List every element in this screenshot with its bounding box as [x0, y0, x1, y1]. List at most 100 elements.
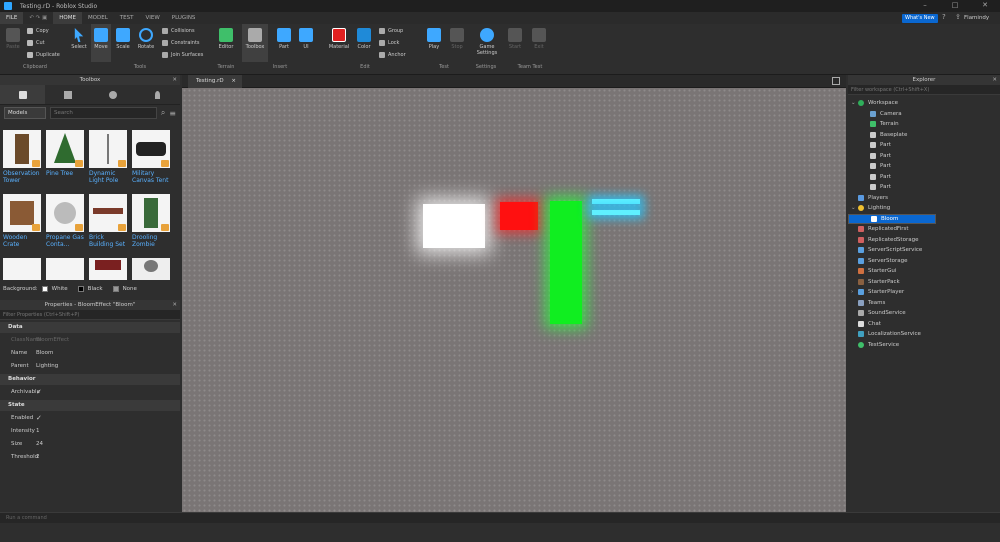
black-option-label[interactable]: Black	[88, 286, 103, 292]
none-option-label[interactable]: None	[123, 286, 137, 292]
tree-item-part[interactable]: Part	[848, 172, 1000, 183]
tab-view[interactable]: VIEW	[139, 12, 165, 24]
tree-item-workspace[interactable]: ⌄ Workspace	[848, 98, 1000, 109]
tree-item-testservice[interactable]: TestService	[848, 340, 1000, 351]
tab-inventory[interactable]	[0, 85, 45, 104]
green-part[interactable]	[550, 201, 582, 324]
constraints-toggle[interactable]: Constraints	[162, 40, 200, 46]
tree-item-starterplayer[interactable]: › StarterPlayer	[848, 287, 1000, 298]
tree-item-replicatedstorage[interactable]: ReplicatedStorage	[848, 235, 1000, 246]
start-test-button[interactable]: Start	[506, 28, 524, 50]
select-button[interactable]: Select	[69, 28, 89, 50]
tree-item-soundservice[interactable]: SoundService	[848, 308, 1000, 319]
asset-card[interactable]: Pine Tree	[46, 130, 86, 177]
tab-model[interactable]: MODEL	[82, 12, 114, 24]
category-dropdown[interactable]: Models	[4, 107, 46, 119]
share-icon[interactable]: ⇪	[955, 13, 961, 21]
white-option-label[interactable]: White	[52, 286, 68, 292]
cyan-part-top[interactable]	[592, 199, 640, 204]
white-swatch[interactable]	[41, 286, 48, 292]
prop-enabled[interactable]: Enabled ✓	[0, 411, 180, 424]
prop-parent[interactable]: Parent Lighting	[0, 359, 180, 372]
prop-archivable[interactable]: Archivable ✓	[0, 385, 180, 398]
tree-item-baseplate[interactable]: Baseplate	[848, 130, 1000, 141]
asset-card[interactable]: Dynamic Light Pole	[89, 130, 129, 184]
tree-item-lighting[interactable]: ⌄ Lighting	[848, 203, 1000, 214]
tree-item-localizationservice[interactable]: LocalizationService	[848, 329, 1000, 340]
asset-card[interactable]: Brick Building Set	[89, 194, 129, 248]
close-icon[interactable]: ✕	[992, 75, 997, 85]
tab-plugins[interactable]: PLUGINS	[166, 12, 202, 24]
collisions-toggle[interactable]: Collisions	[162, 28, 195, 34]
close-icon[interactable]: ✕	[172, 300, 177, 310]
asset-card[interactable]	[46, 258, 86, 280]
prop-name[interactable]: Name Bloom	[0, 346, 180, 359]
state-section[interactable]: State	[0, 400, 180, 411]
tree-item-players[interactable]: Players	[848, 193, 1000, 204]
properties-filter-input[interactable]: Filter Properties (Ctrl+Shift+P)	[0, 310, 180, 320]
tree-item-part[interactable]: Part	[848, 140, 1000, 151]
tree-item-part[interactable]: Part	[848, 151, 1000, 162]
join-surfaces-toggle[interactable]: Join Surfaces	[162, 52, 203, 58]
color-button[interactable]: Color	[354, 28, 374, 50]
quick-access-icons[interactable]: ↶ ↷ ▣	[23, 12, 53, 24]
material-button[interactable]: Material	[326, 28, 352, 50]
viewport-tab[interactable]: Testing.rD ×	[188, 75, 242, 88]
tree-item-serverscriptservice[interactable]: ServerScriptService	[848, 245, 1000, 256]
red-part[interactable]	[500, 202, 538, 230]
group-button[interactable]: Group	[379, 28, 403, 34]
tree-item-camera[interactable]: Camera	[848, 109, 1000, 120]
asset-card[interactable]: Wooden Crate	[3, 194, 43, 248]
minimize-button[interactable]: –	[910, 1, 940, 11]
tree-item-replicatedfirst[interactable]: ReplicatedFirst	[848, 224, 1000, 235]
maximize-view-icon[interactable]	[832, 77, 840, 85]
3d-viewport[interactable]	[182, 88, 846, 512]
whats-new-button[interactable]: What's New	[902, 14, 938, 23]
duplicate-button[interactable]: Duplicate	[27, 52, 60, 58]
toolbox-search-input[interactable]: Search	[50, 107, 157, 119]
file-menu[interactable]: FILE	[0, 12, 24, 24]
tree-item-part[interactable]: Part	[848, 161, 1000, 172]
white-part[interactable]	[423, 204, 485, 248]
tab-home[interactable]: HOME	[53, 12, 82, 24]
paste-button[interactable]: Paste	[4, 28, 22, 50]
move-button[interactable]: Move	[91, 24, 111, 62]
cut-button[interactable]: Cut	[27, 40, 45, 46]
username[interactable]: Flamindy	[964, 15, 989, 21]
close-button[interactable]: ✕	[970, 1, 1000, 11]
toolbox-button[interactable]: Toolbox	[242, 24, 268, 62]
rotate-button[interactable]: Rotate	[135, 28, 157, 50]
prop-size[interactable]: Size 24	[0, 437, 180, 450]
tree-item-startergui[interactable]: StarterGui	[848, 266, 1000, 277]
scale-button[interactable]: Scale	[113, 28, 133, 50]
prop-intensity[interactable]: Intensity 1	[0, 424, 180, 437]
tree-item-chat[interactable]: Chat	[848, 319, 1000, 330]
filter-icon[interactable]: ≡	[169, 109, 176, 118]
anchor-button[interactable]: Anchor	[379, 52, 406, 58]
none-swatch[interactable]	[112, 286, 119, 292]
asset-card[interactable]: Observation Tower	[3, 130, 43, 184]
command-bar-input[interactable]: Run a command	[0, 512, 1000, 523]
tree-item-serverstorage[interactable]: ServerStorage	[848, 256, 1000, 267]
data-section[interactable]: Data	[0, 322, 180, 333]
help-icon[interactable]: ?	[942, 13, 946, 21]
tree-item-part[interactable]: Part	[848, 182, 1000, 193]
asset-card[interactable]: Military Canvas Tent	[132, 130, 172, 184]
tab-creations[interactable]	[135, 85, 180, 104]
asset-card[interactable]: Propane Gas Conta...	[46, 194, 86, 248]
explorer-filter-input[interactable]: Filter workspace (Ctrl+Shift+X)	[848, 85, 1000, 95]
prop-threshold[interactable]: Threshold 2	[0, 450, 180, 463]
play-button[interactable]: Play	[424, 28, 444, 50]
exit-game-button[interactable]: Exit	[530, 28, 548, 50]
stop-button[interactable]: Stop	[448, 28, 466, 50]
game-settings-button[interactable]: Game Settings	[474, 28, 500, 56]
asset-card[interactable]: Drooling Zombie	[132, 194, 172, 248]
tree-item-teams[interactable]: Teams	[848, 298, 1000, 309]
terrain-editor-button[interactable]: Editor	[215, 28, 237, 50]
black-swatch[interactable]	[77, 286, 84, 292]
cyan-part-bottom[interactable]	[592, 210, 640, 215]
tab-recent[interactable]	[90, 85, 135, 104]
copy-button[interactable]: Copy	[27, 28, 49, 34]
asset-card[interactable]	[132, 258, 172, 280]
behavior-section[interactable]: Behavior	[0, 374, 180, 385]
